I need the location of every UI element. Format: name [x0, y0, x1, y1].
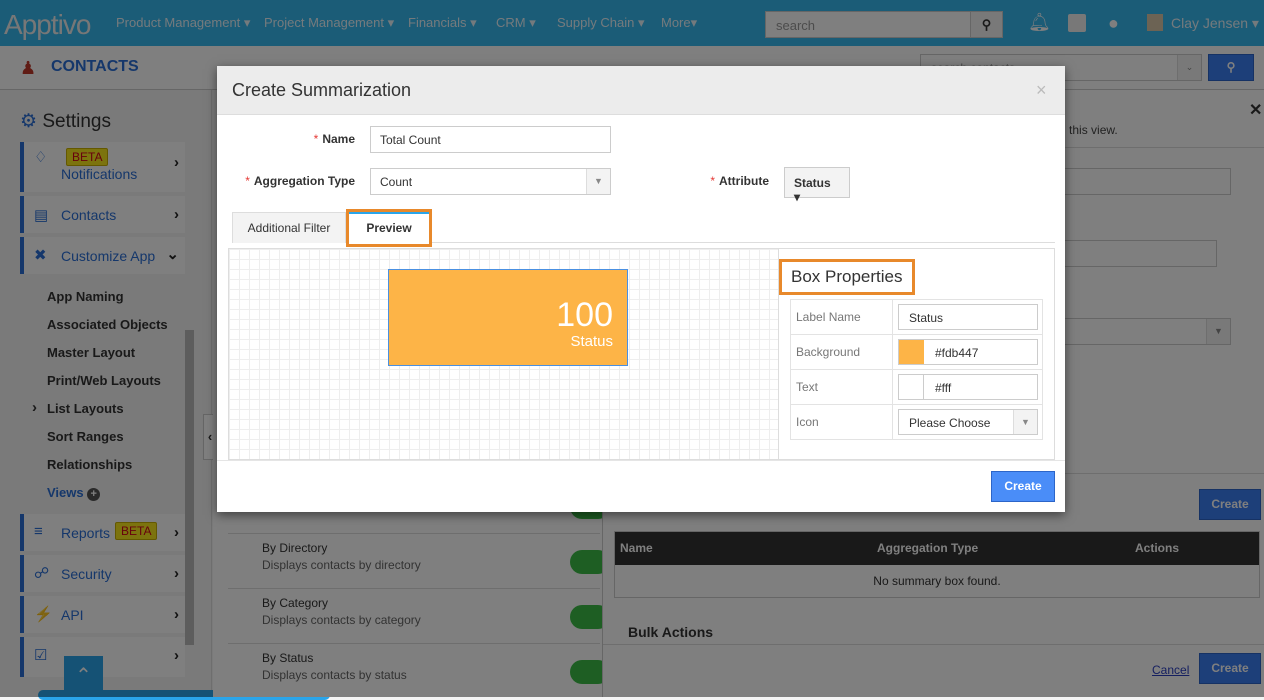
attribute-label: * Attribute [710, 174, 769, 188]
properties-table: Label Name Status Background #fdb447 Text #… [790, 299, 1043, 440]
text-color-input[interactable]: #fff [898, 374, 1038, 400]
name-label: * Name [313, 132, 355, 146]
summary-label: Status [570, 333, 613, 350]
dialog-header: Create Summarization × [217, 66, 1065, 115]
box-properties-title: Box Properties [779, 259, 915, 295]
background-color-input[interactable]: #fdb447 [898, 339, 1038, 365]
background-label: Background [790, 334, 893, 370]
close-icon[interactable]: × [1036, 80, 1047, 101]
summary-box-preview[interactable]: 100 Status [388, 269, 628, 366]
aggregation-type-label: * Aggregation Type [245, 174, 355, 188]
tab-preview[interactable]: Preview [346, 209, 432, 247]
create-summarization-dialog: Create Summarization × * Name Total Count… [217, 66, 1065, 512]
icon-label: Icon [790, 404, 893, 440]
dialog-title: Create Summarization [232, 80, 412, 100]
attribute-dropdown[interactable]: Status ▾ [784, 167, 850, 204]
tab-additional-filter[interactable]: Additional Filter [232, 212, 346, 243]
text-label: Text [790, 369, 893, 405]
label-name-label: Label Name [790, 299, 893, 335]
icon-select[interactable]: Please Choose ▼ [898, 409, 1038, 435]
create-button[interactable]: Create [991, 471, 1055, 502]
name-input[interactable]: Total Count [370, 126, 611, 153]
text-color-swatch[interactable] [899, 375, 924, 399]
box-properties-panel: Box Properties Label Name Status Backgrou… [778, 248, 1055, 460]
label-name-input[interactable]: Status [898, 304, 1038, 330]
aggregation-type-select[interactable]: Count ▼ [370, 168, 611, 195]
summary-value: 100 [556, 296, 613, 334]
footer-divider [217, 460, 1065, 461]
background-color-swatch[interactable] [899, 340, 924, 364]
